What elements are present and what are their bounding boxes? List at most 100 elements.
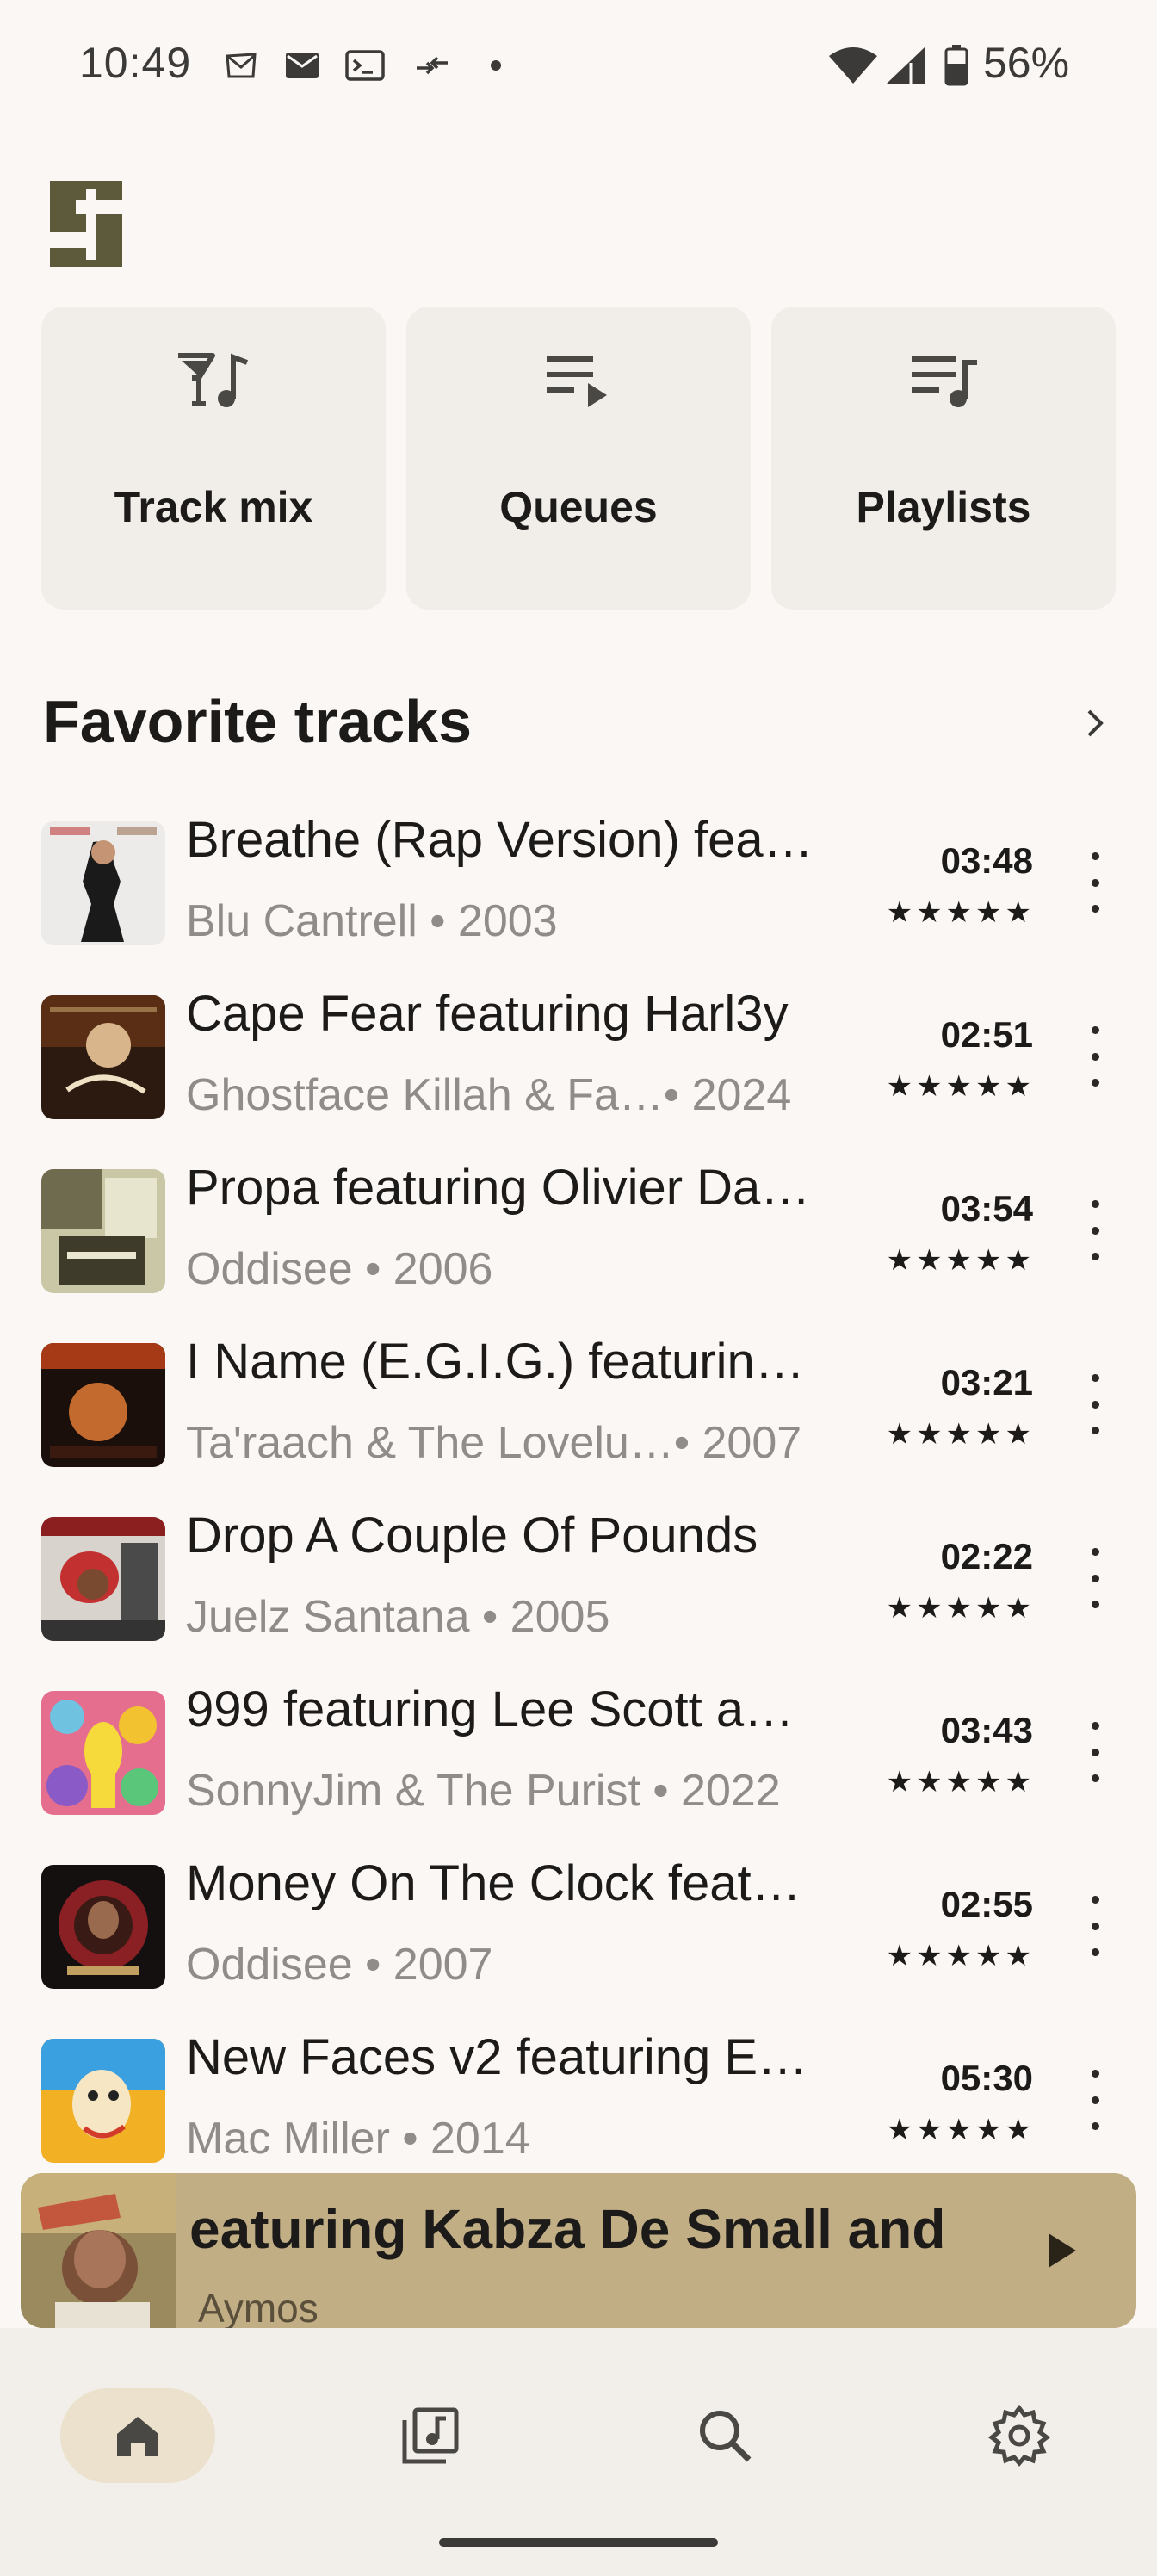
track-rating: ★★★★★: [886, 896, 1035, 929]
track-title: Cape Fear featuring Harl3y: [186, 986, 789, 1042]
terminal-icon: [343, 46, 387, 84]
nav-library[interactable]: [353, 2388, 508, 2483]
nav-search[interactable]: [647, 2388, 802, 2483]
track-mix-icon: [41, 337, 386, 424]
track-subtitle: SonnyJim & The Purist • 2022: [186, 1765, 857, 1817]
track-row[interactable]: Breathe (Rap Version) fea… Blu Cantrell …: [0, 809, 1157, 983]
queues-card[interactable]: Queues: [406, 307, 751, 610]
mini-player[interactable]: eaturing Kabza De Small and Aymos: [21, 2173, 1136, 2328]
playlist-icon: [771, 337, 1116, 424]
gear-icon: [988, 2405, 1050, 2467]
track-rating: ★★★★★: [886, 1418, 1035, 1451]
more-options-icon[interactable]: [1076, 1374, 1114, 1434]
track-subtitle: Ghostface Killah & Fa… • 2024: [186, 1069, 857, 1121]
track-year: • 2005: [482, 1592, 610, 1642]
album-art: [41, 1865, 165, 1989]
track-title: I Name (E.G.I.G.) featurin…: [186, 1334, 805, 1390]
track-title: Propa featuring Olivier Da…: [186, 1160, 811, 1216]
dot-icon: [487, 46, 504, 84]
track-duration: 03:21: [940, 1362, 1033, 1403]
now-playing-artist: Aymos: [198, 2286, 319, 2328]
queue-icon: [406, 337, 751, 424]
more-options-icon[interactable]: [1076, 1896, 1114, 1956]
status-bar: 10:49 56%: [0, 0, 1157, 129]
track-artist: Oddisee: [186, 1244, 353, 1294]
favorite-tracks-title: Favorite tracks: [43, 688, 473, 755]
more-options-icon[interactable]: [1076, 1722, 1114, 1782]
track-rating: ★★★★★: [886, 2114, 1035, 2146]
battery-percentage: 56%: [983, 39, 1070, 87]
track-subtitle: Mac Miller • 2014: [186, 2113, 857, 2164]
album-art: [41, 995, 165, 1119]
home-indicator[interactable]: [439, 2538, 718, 2547]
more-options-icon[interactable]: [1076, 1548, 1114, 1608]
track-rating: ★★★★★: [886, 1070, 1035, 1103]
nav-home[interactable]: [60, 2388, 215, 2483]
track-subtitle: Ta'raach & The Lovelu… • 2007: [186, 1417, 857, 1469]
more-options-icon[interactable]: [1076, 2070, 1114, 2130]
track-rating: ★★★★★: [886, 1940, 1035, 1972]
track-duration: 02:55: [940, 1884, 1033, 1924]
track-row[interactable]: Propa featuring Olivier Da… Oddisee • 20…: [0, 1157, 1157, 1331]
track-artist: Ghostface Killah & Fa…: [186, 1070, 664, 1120]
playlists-card[interactable]: Playlists: [771, 307, 1116, 610]
track-title: New Faces v2 featuring E…: [186, 2029, 808, 2085]
track-rating: ★★★★★: [886, 1244, 1035, 1277]
data-transfer-icon: [411, 46, 453, 84]
track-rating: ★★★★★: [886, 1766, 1035, 1799]
more-options-icon[interactable]: [1076, 1026, 1114, 1087]
track-artist: Juelz Santana: [186, 1592, 470, 1642]
more-options-icon[interactable]: [1076, 1200, 1114, 1260]
track-year: • 2007: [365, 1940, 493, 1990]
now-playing-album-art: [21, 2173, 176, 2328]
track-rating: ★★★★★: [886, 1592, 1035, 1625]
album-art: [41, 2039, 165, 2163]
more-options-icon[interactable]: [1076, 852, 1114, 913]
track-subtitle: Juelz Santana • 2005: [186, 1591, 857, 1643]
album-art: [41, 821, 165, 945]
track-row[interactable]: Drop A Couple Of Pounds Juelz Santana • …: [0, 1505, 1157, 1679]
track-title: Breathe (Rap Version) fea…: [186, 812, 814, 868]
track-row[interactable]: I Name (E.G.I.G.) featurin… Ta'raach & T…: [0, 1331, 1157, 1505]
track-row[interactable]: Money On The Clock feat… Oddisee • 2007 …: [0, 1853, 1157, 2027]
nav-settings[interactable]: [942, 2388, 1097, 2483]
album-art: [41, 1691, 165, 1815]
track-duration: 02:22: [940, 1536, 1033, 1576]
track-duration: 03:54: [940, 1188, 1033, 1229]
mail-filled-icon: [282, 46, 322, 84]
track-year: • 2007: [673, 1418, 802, 1468]
queues-label: Queues: [499, 483, 658, 531]
track-title: Drop A Couple Of Pounds: [186, 1508, 758, 1564]
chevron-right-icon[interactable]: [1074, 703, 1116, 744]
mail-outline-icon: [222, 46, 260, 84]
now-playing-title: eaturing Kabza De Small and: [189, 2198, 946, 2260]
track-year: • 2006: [365, 1244, 493, 1294]
track-subtitle: Oddisee • 2006: [186, 1243, 857, 1295]
track-row[interactable]: Cape Fear featuring Harl3y Ghostface Kil…: [0, 983, 1157, 1157]
music-library-icon: [402, 2407, 459, 2464]
track-mix-label: Track mix: [114, 483, 313, 531]
track-subtitle: Oddisee • 2007: [186, 1939, 857, 1991]
album-art: [41, 1517, 165, 1641]
battery-icon: [942, 45, 971, 86]
album-art: [41, 1169, 165, 1293]
album-art: [41, 1343, 165, 1467]
track-year: • 2003: [430, 896, 558, 946]
app-logo-icon: [45, 177, 127, 270]
home-icon: [117, 2417, 158, 2456]
track-row[interactable]: 999 featuring Lee Scott a… SonnyJim & Th…: [0, 1679, 1157, 1853]
track-mix-card[interactable]: Track mix: [41, 307, 386, 610]
play-icon[interactable]: [1028, 2220, 1090, 2282]
track-duration: 02:51: [940, 1014, 1033, 1055]
track-subtitle: Blu Cantrell • 2003: [186, 895, 857, 947]
cellular-signal-icon: [883, 46, 928, 84]
status-time: 10:49: [79, 39, 192, 87]
track-title: Money On The Clock feat…: [186, 1855, 801, 1911]
track-title: 999 featuring Lee Scott a…: [186, 1681, 795, 1737]
track-year: • 2024: [663, 1070, 792, 1120]
track-artist: Ta'raach & The Lovelu…: [186, 1418, 674, 1468]
track-artist: Blu Cantrell: [186, 896, 418, 946]
track-artist: Oddisee: [186, 1940, 353, 1990]
track-year: • 2014: [402, 2114, 530, 2164]
track-duration: 03:43: [940, 1710, 1033, 1750]
